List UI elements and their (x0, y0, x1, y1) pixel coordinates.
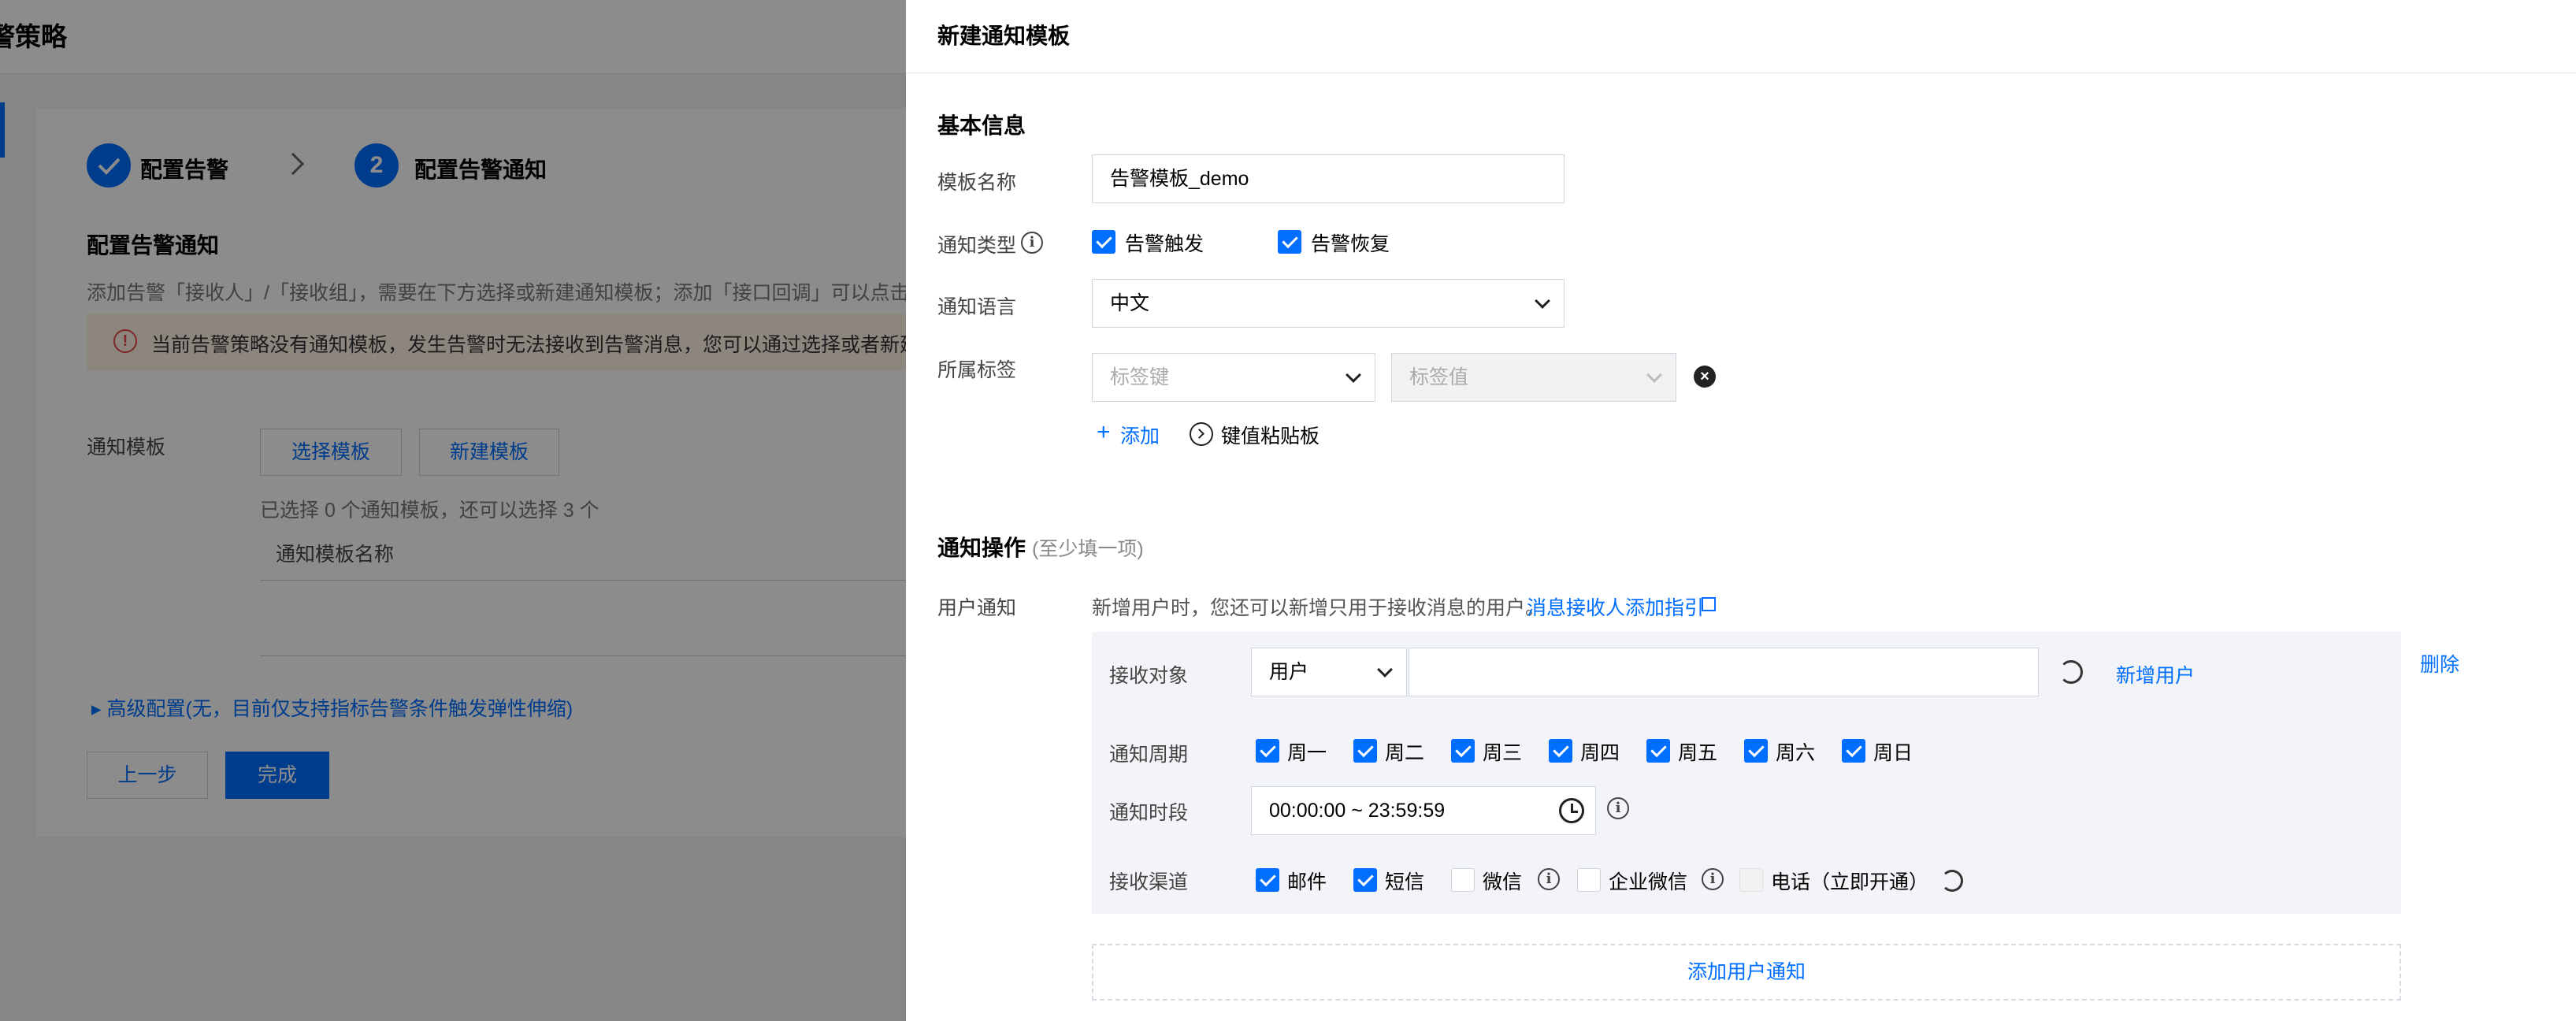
tag-key-select[interactable]: 标签键 (1092, 353, 1375, 402)
channel-wechat-label: 微信 (1483, 871, 1523, 893)
paste-board-link[interactable]: 键值粘贴板 (1221, 421, 1320, 449)
time-range-input[interactable]: 00:00:00 ~ 23:59:59 (1251, 786, 1596, 835)
lang-label: 通知语言 (937, 296, 1017, 318)
channel-sms-label: 短信 (1385, 871, 1425, 893)
period-label: 通知周期 (1109, 744, 1189, 766)
template-name-value: 告警模板_demo (1110, 168, 1249, 190)
type-trigger-checkbox[interactable] (1092, 230, 1115, 254)
ops-title: 通知操作 (至少填一项) (937, 531, 1144, 562)
tag-value-placeholder: 标签值 (1409, 366, 1469, 388)
chevron-circle-icon[interactable] (1190, 422, 1213, 446)
channel-wechat-checkbox[interactable] (1451, 868, 1475, 892)
drawer-title: 新建通知模板 (937, 24, 1071, 48)
name-label: 模板名称 (937, 172, 1017, 194)
close-circle-icon[interactable]: × (1694, 366, 1716, 388)
channel-label: 接收渠道 (1109, 871, 1189, 893)
time-range-value: 00:00:00 ~ 23:59:59 (1269, 800, 1446, 822)
tag-key-placeholder: 标签键 (1110, 366, 1170, 388)
day-fri-label: 周五 (1678, 742, 1718, 764)
receiver-type-select[interactable]: 用户 (1251, 648, 1407, 696)
info-icon[interactable]: i (1702, 868, 1724, 890)
day-mon-checkbox[interactable] (1256, 739, 1279, 763)
day-wed-label: 周三 (1483, 742, 1523, 764)
info-icon[interactable]: i (1607, 797, 1629, 819)
lang-select[interactable]: 中文 (1092, 279, 1565, 328)
day-sat-checkbox[interactable] (1744, 739, 1768, 763)
modal-overlay[interactable] (0, 0, 906, 1021)
new-user-link[interactable]: 新增用户 (2116, 660, 2195, 689)
receiver-input[interactable] (1409, 648, 2039, 696)
info-icon[interactable]: i (1021, 232, 1043, 254)
type-recover-label: 告警恢复 (1311, 233, 1390, 255)
drawer-divider (906, 72, 2576, 73)
channel-wecom-checkbox[interactable] (1577, 868, 1601, 892)
info-icon[interactable]: i (1538, 868, 1560, 890)
delete-link[interactable]: 删除 (2420, 649, 2459, 678)
refresh-icon[interactable] (2059, 660, 2083, 684)
channel-email-label: 邮件 (1287, 871, 1327, 893)
lang-value: 中文 (1110, 292, 1150, 314)
time-label: 通知时段 (1109, 802, 1189, 824)
type-label: 通知类型 (937, 235, 1017, 257)
clock-icon (1559, 798, 1584, 823)
day-wed-checkbox[interactable] (1451, 739, 1475, 763)
user-notify-hint: 新增用户时，您还可以新增只用于接收消息的用户。 (1092, 597, 1546, 619)
user-notify-label: 用户通知 (937, 597, 1017, 619)
chevron-down-icon (1346, 367, 1361, 383)
plus-icon[interactable]: + (1097, 421, 1111, 444)
day-sun-checkbox[interactable] (1842, 739, 1865, 763)
chevron-down-icon (1646, 367, 1662, 383)
type-trigger-label: 告警触发 (1125, 233, 1204, 255)
refresh-icon[interactable] (1941, 870, 1963, 892)
add-user-notify-button[interactable]: 添加用户通知 (1092, 944, 2401, 1001)
channel-wecom-label: 企业微信 (1609, 871, 1688, 893)
user-notify-box: 接收对象 用户 新增用户 删除 通知周期 周一 周二 周三 周四 周五 周六 周… (1092, 632, 2459, 914)
channel-email-checkbox[interactable] (1256, 868, 1279, 892)
ops-title-sub: (至少填一项) (1032, 538, 1144, 560)
day-thu-label: 周四 (1580, 742, 1620, 764)
channel-sms-checkbox[interactable] (1353, 868, 1377, 892)
template-name-input[interactable]: 告警模板_demo (1092, 154, 1565, 203)
type-recover-checkbox[interactable] (1278, 230, 1301, 254)
day-sat-label: 周六 (1776, 742, 1816, 764)
day-tue-label: 周二 (1385, 742, 1425, 764)
chevron-down-icon (1535, 293, 1550, 309)
external-link-icon[interactable] (1702, 597, 1716, 611)
tag-value-select[interactable]: 标签值 (1391, 353, 1676, 402)
channel-phone-checkbox (1739, 868, 1763, 892)
chevron-down-icon (1377, 662, 1393, 678)
day-sun-label: 周日 (1873, 742, 1913, 764)
tag-label: 所属标签 (937, 359, 1017, 381)
ops-title-text: 通知操作 (937, 536, 1026, 560)
basic-info-title: 基本信息 (937, 113, 1026, 138)
channel-phone-label: 电话（立即开通） (1771, 871, 1929, 893)
new-template-drawer: 新建通知模板 基本信息 模板名称 告警模板_demo 通知类型 i 告警触发 告… (906, 0, 2576, 1021)
day-mon-label: 周一 (1287, 742, 1327, 764)
add-tag-link[interactable]: 添加 (1120, 421, 1160, 449)
receiver-type-value: 用户 (1269, 661, 1309, 683)
day-thu-checkbox[interactable] (1549, 739, 1572, 763)
receiver-label: 接收对象 (1109, 665, 1189, 687)
user-notify-guide-link[interactable]: 消息接收人添加指引 (1527, 592, 1704, 621)
day-fri-checkbox[interactable] (1646, 739, 1670, 763)
day-tue-checkbox[interactable] (1353, 739, 1377, 763)
